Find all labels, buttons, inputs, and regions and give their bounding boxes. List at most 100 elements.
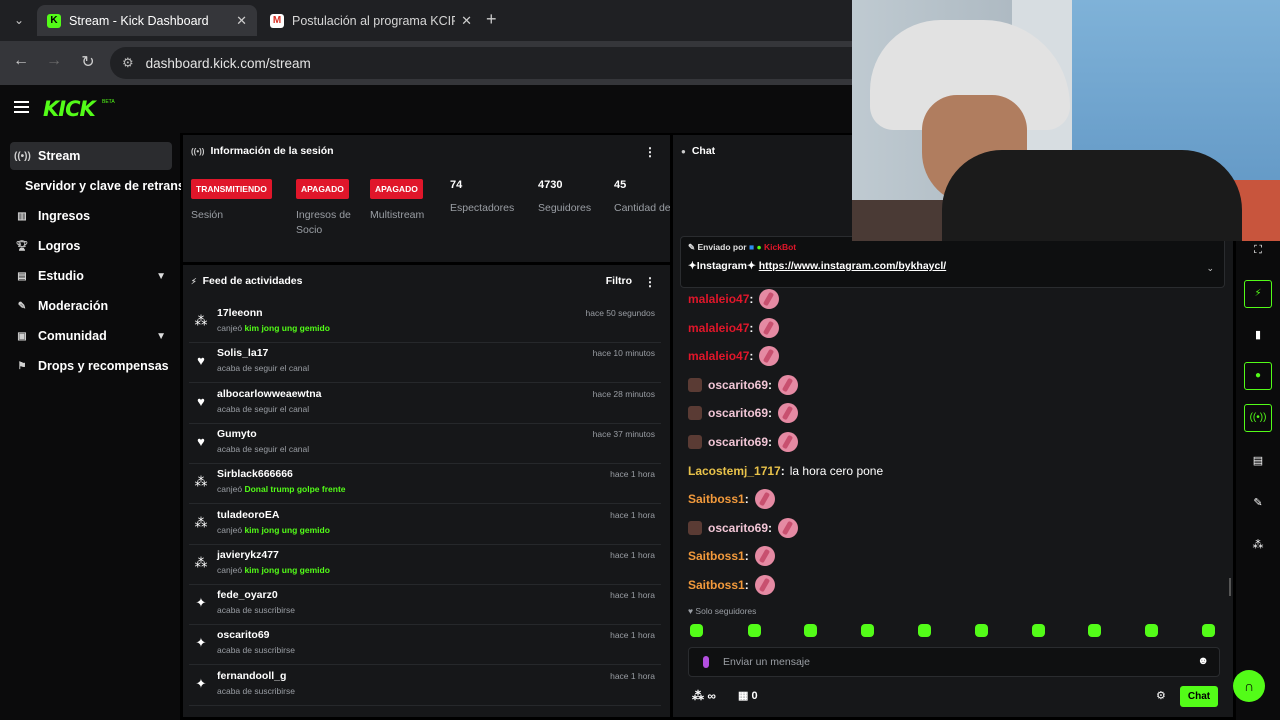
chat-username[interactable]: Lacostemj_1717: [688, 464, 781, 478]
feed-item[interactable]: ♥ albocarlowweaewtna acaba de seguir el ca…: [189, 384, 661, 424]
chat-message[interactable]: oscarito69:: [688, 373, 799, 397]
feed-username[interactable]: albocarlowweaewtna: [217, 388, 321, 400]
chat-username[interactable]: malaleio47: [688, 321, 749, 335]
tab-kick-dashboard[interactable]: K Stream - Kick Dashboard ✕: [37, 5, 257, 36]
feed-item[interactable]: ♥ Gumyto acaba de seguir el canal hace 37 m…: [189, 424, 661, 464]
pinned-link[interactable]: https://www.instagram.com/bykhaycl/: [759, 260, 947, 272]
emoji-picker-icon[interactable]: ☻: [1197, 655, 1209, 667]
feed-username[interactable]: Gumyto: [217, 428, 257, 440]
feed-item[interactable]: ✦ oscarito69 acaba de suscribirse hace 1 ho…: [189, 625, 661, 666]
feed-username[interactable]: Solis_la17: [217, 347, 268, 359]
back-arrow-icon[interactable]: ←: [10, 52, 32, 70]
chat-message[interactable]: malaleio47:: [688, 344, 780, 368]
feed-username[interactable]: oscarito69: [217, 629, 270, 641]
emote-icon[interactable]: [804, 624, 817, 637]
emote-icon[interactable]: [1202, 624, 1215, 637]
chat-message[interactable]: oscarito69:: [688, 430, 799, 454]
sidebar-item-estudio[interactable]: ▤ Estudio ▼: [10, 262, 172, 290]
chat-input[interactable]: Enviar un mensaje ☻: [688, 647, 1220, 677]
microphone-icon[interactable]: [703, 656, 709, 668]
kick-logo[interactable]: KICK: [43, 97, 96, 121]
chat-message[interactable]: oscarito69:: [688, 401, 799, 425]
emote-icon[interactable]: [748, 624, 761, 637]
sidebar-item-stream[interactable]: ((•)) Stream: [10, 142, 172, 170]
rail-broadcast-button[interactable]: ((•)): [1244, 404, 1272, 432]
chat-username[interactable]: malaleio47: [688, 349, 749, 363]
emote-icon[interactable]: [1088, 624, 1101, 637]
sidebar-item-logros[interactable]: 🏆︎ Logros: [10, 232, 172, 260]
feed-item[interactable]: ⁂ javierykz477 canjeó kim jong ung gemido h…: [189, 545, 661, 585]
wrench-icon[interactable]: ✎: [1250, 496, 1266, 509]
site-info-icon[interactable]: ⚙: [122, 55, 134, 71]
chat-message[interactable]: Saitboss1:: [688, 487, 775, 511]
pinned-message[interactable]: ✎ Enviado por ■ ● KickBot ✦Instagram✦ ht…: [680, 236, 1225, 288]
more-options-icon[interactable]: ⋮: [644, 145, 656, 159]
expand-icon[interactable]: ⛶: [1250, 244, 1266, 257]
feed-item[interactable]: ⁂ Sirblack666666 canjeó Donal trump golpe …: [189, 464, 661, 505]
feed-item[interactable]: ♥ Solis_la17 acaba de seguir el canal hace …: [189, 343, 661, 384]
chat-username[interactable]: Saitboss1: [688, 578, 745, 592]
address-bar[interactable]: ⚙ dashboard.kick.com/stream: [110, 47, 910, 79]
feed-item[interactable]: ✦ fede_oyarz0 acaba de suscribirse hace 1 h…: [189, 585, 661, 626]
feed-username[interactable]: Sirblack666666: [217, 468, 293, 480]
stat-label: Seguidores: [538, 202, 592, 214]
chat-username[interactable]: oscarito69: [708, 378, 768, 392]
chat-username[interactable]: Saitboss1: [688, 492, 745, 506]
more-options-icon[interactable]: ⋮: [644, 275, 656, 289]
reload-icon[interactable]: ↻: [77, 52, 99, 72]
chat-message[interactable]: Saitboss1:: [688, 544, 775, 568]
emote-icon[interactable]: [690, 624, 703, 637]
feed-item[interactable]: ⁂ 17leeonn canjeó kim jong ung gemido hace …: [189, 303, 661, 343]
feed-username[interactable]: 17leeonn: [217, 307, 263, 319]
chat-username[interactable]: oscarito69: [708, 435, 768, 449]
layout-icon[interactable]: ▤: [1250, 454, 1266, 467]
emote-icon[interactable]: [1145, 624, 1158, 637]
close-tab-icon[interactable]: ✕: [236, 13, 247, 29]
chat-username[interactable]: Saitboss1: [688, 549, 745, 563]
chat-message[interactable]: malaleio47:: [688, 316, 780, 340]
feed-item[interactable]: ✦ fernandooll_g acaba de suscribirse hace 1…: [189, 666, 661, 706]
chat-message[interactable]: Saitboss1:: [688, 573, 775, 597]
rail-lightning-button[interactable]: ⚡︎: [1244, 280, 1272, 308]
chat-settings-icon[interactable]: ⚙: [1156, 689, 1166, 702]
close-tab-icon[interactable]: ✕: [461, 13, 472, 29]
sidebar-item-comunidad[interactable]: ▣ Comunidad ▼: [10, 322, 172, 350]
gift-counter[interactable]: ▦ 0: [738, 689, 758, 702]
chat-viewers-indicator[interactable]: ⁂ ∞: [692, 689, 716, 703]
tab-search-chevron-icon[interactable]: ⌄: [8, 9, 30, 31]
activity-feed-panel: ⚡︎ Feed de actividades Filtro ⋮ ⁂ 17leeon…: [183, 265, 670, 717]
chat-message[interactable]: malaleio47:: [688, 287, 780, 311]
new-tab-icon[interactable]: +: [486, 9, 497, 30]
tab-gmail-postulacion[interactable]: M Postulación al programa KCIP – ✕: [260, 5, 482, 36]
chat-message[interactable]: oscarito69:: [688, 516, 799, 540]
community-icon: ▣: [17, 330, 27, 342]
sidebar-item-drops[interactable]: ⚑ Drops y recompensas: [10, 352, 172, 380]
emote-icon[interactable]: [918, 624, 931, 637]
lightning-icon: ⚡︎: [191, 276, 197, 286]
sidebar-item-moderacion[interactable]: ✎ Moderación: [10, 292, 172, 320]
sidebar-item-server-key[interactable]: Servidor y clave de retransmisión: [25, 179, 181, 193]
feed-username[interactable]: javierykz477: [217, 549, 279, 561]
emote-icon[interactable]: [975, 624, 988, 637]
community-icon[interactable]: ⁂: [1250, 538, 1266, 551]
emote-icon[interactable]: [1032, 624, 1045, 637]
forward-arrow-icon[interactable]: →: [43, 52, 65, 70]
support-headset-icon[interactable]: ∩: [1233, 670, 1265, 702]
chat-username[interactable]: malaleio47: [688, 292, 749, 306]
chat-scrollbar[interactable]: [1229, 578, 1231, 596]
hamburger-menu-icon[interactable]: [14, 101, 29, 113]
filter-button[interactable]: Filtro: [606, 275, 632, 287]
rail-chat-button[interactable]: ●: [1244, 362, 1272, 390]
emote-icon[interactable]: [861, 624, 874, 637]
sidebar-item-ingresos[interactable]: ▥ Ingresos: [10, 202, 172, 230]
feed-item[interactable]: ⁂ tuladeoroEA canjeó kim jong ung gemido ha…: [189, 505, 661, 545]
chat-username[interactable]: oscarito69: [708, 406, 768, 420]
feed-username[interactable]: fede_oyarz0: [217, 589, 278, 601]
feed-username[interactable]: fernandooll_g: [217, 670, 286, 682]
chat-message[interactable]: Lacostemj_1717: la hora cero pone: [688, 459, 883, 483]
feed-username[interactable]: tuladeoroEA: [217, 509, 279, 521]
chevron-down-icon[interactable]: ⌄: [1206, 263, 1214, 274]
send-chat-button[interactable]: Chat: [1180, 686, 1218, 707]
chat-username[interactable]: oscarito69: [708, 521, 768, 535]
document-icon[interactable]: ▮: [1250, 328, 1266, 341]
